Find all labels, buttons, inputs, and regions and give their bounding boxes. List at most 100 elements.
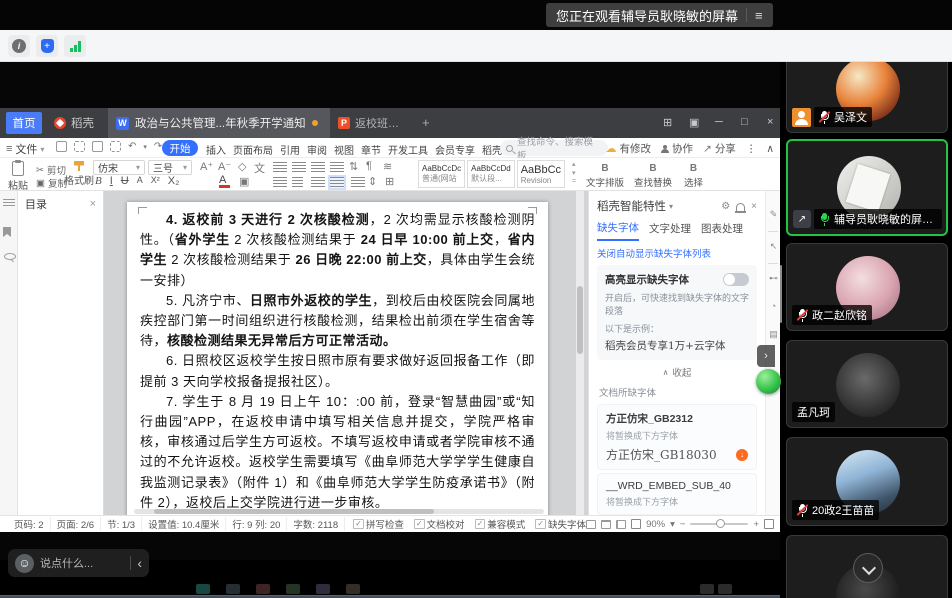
- missing-font-card[interactable]: __WRD_EMBED_SUB_40 将暂换成下方字体: [597, 473, 757, 515]
- font-color-button[interactable]: A: [219, 175, 231, 188]
- workspace-grid-icon[interactable]: [663, 116, 672, 129]
- zoom-slider[interactable]: [690, 523, 748, 525]
- align-right-icon[interactable]: [311, 177, 325, 188]
- menu-tab[interactable]: 章节: [361, 142, 381, 157]
- collapse-button[interactable]: 收起: [589, 362, 765, 383]
- status-tool-button[interactable]: 拼写检查: [353, 517, 404, 531]
- fullscreen-doc-icon[interactable]: [764, 519, 774, 529]
- style-cell[interactable]: AaBbCcDc 普通(网站: [418, 160, 465, 188]
- format-toggle-button[interactable]: X²: [151, 175, 160, 187]
- ribbon-tool-button[interactable]: 选择: [684, 162, 703, 189]
- horizontal-scrollbar[interactable]: [134, 509, 544, 514]
- new-tab-button[interactable]: [422, 115, 430, 130]
- history-icon[interactable]: ◔: [768, 301, 779, 311]
- phonetic-guide-icon[interactable]: 文: [254, 160, 265, 176]
- close-button[interactable]: [767, 116, 773, 128]
- undo-icon[interactable]: [128, 141, 136, 152]
- dictionary-icon[interactable]: ▤: [768, 329, 779, 340]
- menu-tab[interactable]: 稻壳: [482, 142, 502, 157]
- file-menu[interactable]: 文件: [6, 141, 44, 157]
- collab-button[interactable]: 协作: [661, 141, 693, 156]
- close-panel-icon[interactable]: [751, 201, 757, 212]
- participant-tile[interactable]: 辅导员耿晓敏的屏幕...: [786, 139, 948, 236]
- menu-tab[interactable]: 开发工具: [388, 142, 428, 157]
- auto-show-link[interactable]: 关闭自动显示缺失字体列表: [589, 241, 765, 263]
- emoji-icon[interactable]: [15, 554, 34, 573]
- outline-icon[interactable]: [3, 199, 15, 208]
- print-icon[interactable]: [92, 141, 103, 152]
- sidebar-scrollbar[interactable]: [780, 265, 782, 323]
- maximize-button[interactable]: [741, 116, 748, 128]
- style-cell[interactable]: AaBbCcDd 默认段...: [467, 160, 515, 188]
- participant-tile[interactable]: 吴泽文: [786, 62, 948, 133]
- participant-tile[interactable]: 孟凡珂: [786, 340, 948, 428]
- banner-menu-icon[interactable]: [755, 8, 763, 23]
- number-list-icon[interactable]: [292, 162, 306, 173]
- participant-tile[interactable]: 20政2王苗苗: [786, 437, 948, 526]
- ruler-icon[interactable]: ⊷: [768, 273, 779, 284]
- protection-button[interactable]: [36, 35, 58, 57]
- page-view-icon[interactable]: [586, 520, 596, 529]
- char-border-icon[interactable]: ▣: [239, 175, 249, 188]
- copy-button[interactable]: 复制: [36, 176, 67, 190]
- scroll-down-button[interactable]: [853, 553, 883, 583]
- gear-icon[interactable]: [721, 201, 730, 212]
- format-toggle-button[interactable]: B: [95, 175, 102, 187]
- menu-tab[interactable]: 引用: [280, 142, 300, 157]
- select-tool-icon[interactable]: [768, 241, 779, 252]
- fit-page-icon[interactable]: [631, 519, 641, 529]
- wps-home-button[interactable]: 首页: [6, 112, 42, 134]
- document-page[interactable]: 4. 返校前 3 天进行 2 次核酸检测，2 次均需显示核酸检测阴性。（省外学生…: [127, 202, 548, 515]
- status-tool-button[interactable]: 兼容模式: [475, 517, 526, 531]
- shrink-font-icon[interactable]: A⁻: [218, 160, 231, 173]
- clear-format-icon[interactable]: ◇: [238, 160, 246, 173]
- collapse-chat-icon[interactable]: [137, 555, 142, 571]
- show-marks-icon[interactable]: ¶: [366, 160, 372, 172]
- format-toggle-button[interactable]: U: [121, 175, 129, 187]
- save-icon[interactable]: [56, 141, 67, 152]
- bullet-list-icon[interactable]: [273, 162, 287, 173]
- zoom-out-button[interactable]: [680, 519, 686, 530]
- sort-icon[interactable]: ⇅: [349, 160, 358, 173]
- scroll-up-icon[interactable]: [572, 160, 576, 168]
- panel-expander-tab[interactable]: [757, 345, 775, 367]
- participant-tile[interactable]: 政二赵欣铭: [786, 243, 948, 331]
- collapse-ribbon-icon[interactable]: [766, 143, 774, 155]
- gallery-expand-icon[interactable]: [572, 178, 576, 185]
- paste-button[interactable]: 粘贴: [8, 161, 28, 192]
- chat-input[interactable]: 说点什么...: [40, 555, 124, 571]
- share-button[interactable]: 分享: [703, 141, 736, 156]
- panel-tab[interactable]: 文字处理: [649, 221, 691, 240]
- undo-menu-icon[interactable]: [143, 143, 147, 151]
- document-paragraph[interactable]: 4. 返校前 3 天进行 2 次核酸检测，2 次均需显示核酸检测阴性。（省外学生…: [140, 210, 535, 291]
- shading-icon[interactable]: ⊞: [385, 175, 394, 188]
- command-search-input[interactable]: 查找命令、搜索模板: [500, 140, 608, 156]
- missing-font-card[interactable]: 方正仿宋_GB2312 将暂换成下方字体 方正仿宋_GB18030: [597, 404, 757, 470]
- bookmark-icon[interactable]: [3, 227, 11, 237]
- menu-tab[interactable]: 视图: [334, 142, 354, 157]
- menu-tab[interactable]: 页面布局: [233, 142, 273, 157]
- style-gallery-arrows[interactable]: [572, 160, 576, 185]
- modified-status[interactable]: 有修改: [606, 141, 652, 156]
- status-tool-button[interactable]: 文档校对: [414, 517, 465, 531]
- columns-icon[interactable]: ≋: [383, 160, 392, 173]
- grow-font-icon[interactable]: A⁺: [200, 160, 213, 173]
- wps-docer-tab[interactable]: 稻壳: [46, 108, 108, 138]
- panel-tab[interactable]: 图表处理: [701, 221, 743, 240]
- align-left-icon[interactable]: [273, 177, 287, 188]
- meeting-info-button[interactable]: [8, 35, 30, 57]
- status-tool-button[interactable]: 缺失字体: [535, 517, 586, 531]
- outdent-icon[interactable]: [311, 162, 325, 173]
- find-icon[interactable]: [4, 253, 16, 260]
- align-center-icon[interactable]: [292, 177, 303, 188]
- indent-icon[interactable]: [330, 162, 344, 173]
- menu-tab[interactable]: 会员专享: [435, 142, 475, 157]
- document-paragraph[interactable]: 7. 学生于 8 月 19 日上午 10：:00 前，登录“智慧曲园”或“知行曲…: [140, 392, 535, 513]
- minimize-button[interactable]: [715, 116, 723, 128]
- chevron-down-icon[interactable]: [669, 202, 673, 211]
- vertical-scrollbar[interactable]: [576, 191, 584, 515]
- ribbon-tool-button[interactable]: 文字排版: [586, 162, 624, 189]
- preview-icon[interactable]: [110, 141, 121, 152]
- distribute-icon[interactable]: [351, 177, 365, 188]
- more-menu-icon[interactable]: [746, 143, 757, 155]
